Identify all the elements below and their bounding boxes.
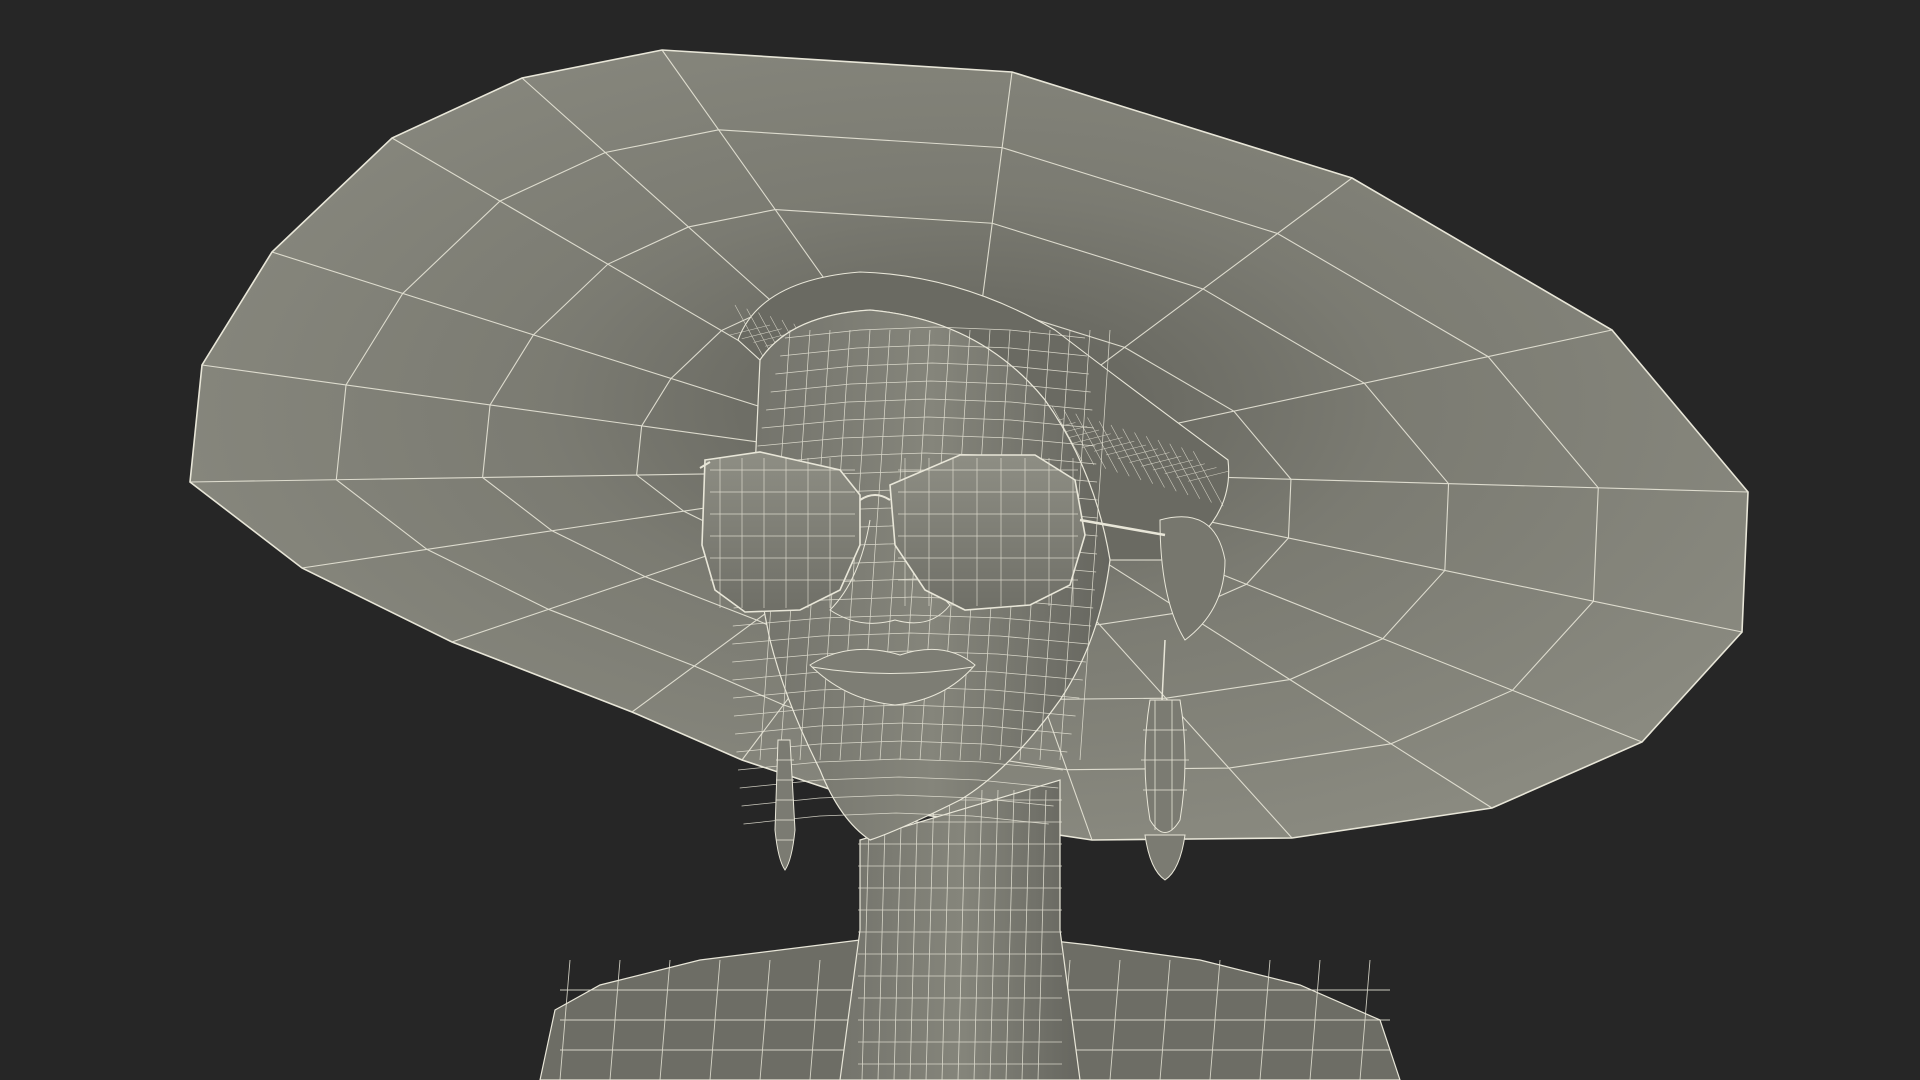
viewport-canvas[interactable]: [0, 0, 1920, 1080]
wireframe-render: [189, 49, 1749, 1080]
